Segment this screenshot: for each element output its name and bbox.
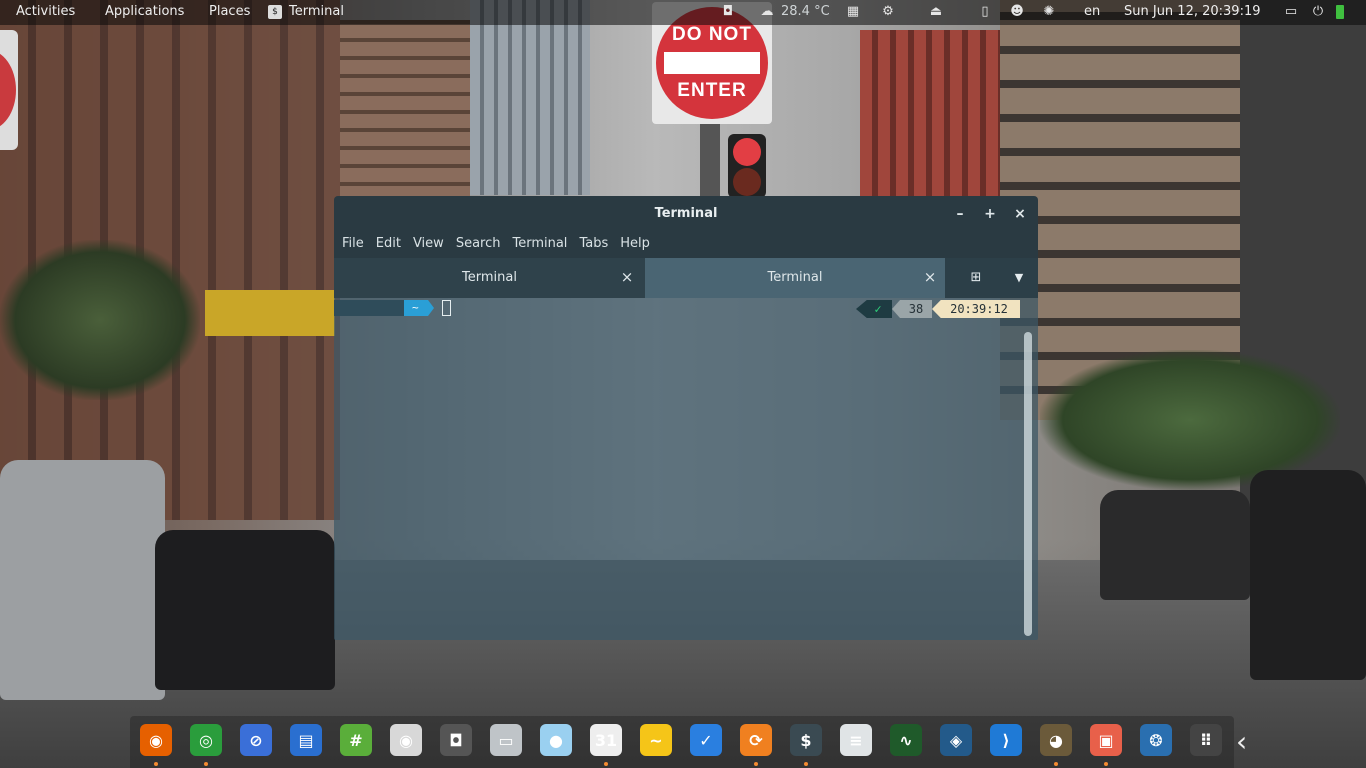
chrome-icon[interactable]: ◎ [190, 724, 222, 756]
hexchat-icon[interactable]: # [340, 724, 372, 756]
camera-indicator-icon[interactable]: ◘ [720, 4, 736, 20]
files-icon[interactable]: ▭ [490, 724, 522, 756]
minimize-button[interactable]: – [950, 204, 970, 224]
running-indicator [754, 762, 758, 766]
software-update-icon[interactable]: ⟳ [740, 724, 772, 756]
terminal-app-icon: $ [268, 5, 282, 19]
menu-tabs[interactable]: Tabs [579, 232, 620, 258]
terminal-window[interactable]: Terminal – + × File Edit View Search Termina… [334, 196, 1038, 640]
system-monitor-icon[interactable]: ∿ [890, 724, 922, 756]
prompt-dir-segment: ~ [404, 300, 434, 316]
wallpaper-sign [0, 30, 18, 150]
web-browser-icon[interactable]: ⊘ [240, 724, 272, 756]
system-settings-icon[interactable]: ⚙ [880, 4, 896, 20]
scrollbar[interactable] [1024, 332, 1032, 636]
clipboard-icon[interactable]: ▯ [977, 4, 993, 20]
sign-bar [664, 52, 760, 74]
firefox-icon[interactable]: ◉ [140, 724, 172, 756]
sign-text-bottom: ENTER [677, 80, 747, 101]
running-indicator [1054, 762, 1058, 766]
back-arrow-icon: ‹ [1236, 725, 1248, 758]
prompt-context-segment [334, 300, 404, 316]
prompt-time-segment: 20:39:12 [932, 300, 1020, 318]
top-panel: Activities Applications Places $ Termina… [0, 0, 1366, 25]
wallpaper-trees [0, 240, 200, 400]
menu-edit[interactable]: Edit [376, 232, 413, 258]
bird-icon[interactable]: ● [540, 724, 572, 756]
wallpaper-car [0, 460, 165, 700]
tab-label: Terminal [462, 270, 517, 285]
activities-button[interactable]: Activities [16, 4, 75, 19]
battery-icon[interactable] [1336, 5, 1344, 19]
update-icon[interactable]: ✺ [1041, 4, 1057, 20]
places-menu[interactable]: Places [209, 4, 250, 19]
gimp-icon[interactable]: ◕ [1040, 724, 1072, 756]
notes-icon[interactable]: ~ [640, 724, 672, 756]
eject-icon[interactable]: ⏏ [928, 4, 944, 20]
power-icon[interactable]: ⏻ [1310, 4, 1326, 20]
wallpaper-trees [1040, 350, 1340, 490]
menu-view[interactable]: View [413, 232, 456, 258]
calendar-icon[interactable]: 31 [590, 724, 622, 756]
display-icon[interactable]: ▭ [1283, 4, 1299, 20]
prompt-right: ✓ 38 20:39:12 [856, 300, 1020, 318]
chevron-down-icon[interactable]: ▼ [1008, 267, 1030, 289]
tab-label: Terminal [767, 270, 823, 285]
applications-menu[interactable]: Applications [105, 4, 184, 19]
prompt-history-segment: 38 [892, 300, 932, 318]
wallpaper-traffic-light [728, 134, 766, 198]
steam-icon[interactable]: ❂ [1140, 724, 1172, 756]
focused-app-menu[interactable]: Terminal [289, 4, 344, 19]
sign-text-top: DO NOT [672, 24, 752, 45]
wallpaper-pole [700, 124, 720, 204]
menu-bar: File Edit View Search Terminal Tabs Help [334, 232, 1038, 258]
menu-terminal[interactable]: Terminal [512, 232, 579, 258]
wallpaper-car [155, 530, 335, 690]
wallpaper-yellow-sign [205, 290, 335, 336]
keyboard-language[interactable]: en [1084, 4, 1100, 19]
wallpaper-building [340, 20, 470, 200]
running-indicator [204, 762, 208, 766]
tab-bar: Terminal × Terminal × ⊞ ▼ [334, 258, 1038, 298]
camera-icon[interactable]: ◘ [440, 724, 472, 756]
maximize-button[interactable]: + [980, 204, 1000, 224]
terminal-content[interactable] [334, 298, 1038, 640]
running-indicator [154, 762, 158, 766]
weather-temperature[interactable]: 28.4 °C [781, 4, 830, 19]
prompt-left: ~ [334, 300, 451, 316]
menu-help[interactable]: Help [620, 232, 662, 258]
prompt-status-segment: ✓ [856, 300, 892, 318]
clock[interactable]: Sun Jun 12, 20:39:19 [1124, 4, 1261, 19]
weather-icon[interactable]: ☁ [759, 4, 775, 20]
wallpaper-building [860, 30, 1000, 200]
vscode-icon[interactable]: ⟩ [990, 724, 1022, 756]
tab-terminal-2[interactable]: Terminal × [645, 258, 945, 298]
new-tab-icon[interactable]: ⊞ [964, 267, 988, 289]
wallpaper-building [470, 0, 590, 195]
tab-close-icon[interactable]: × [618, 268, 636, 286]
database-icon[interactable]: ◈ [940, 724, 972, 756]
running-indicator [804, 762, 808, 766]
window-titlebar[interactable]: Terminal – + × [334, 196, 1038, 232]
user-icon[interactable]: ☻ [1009, 4, 1025, 20]
wallpaper-car [1100, 490, 1250, 600]
menu-search[interactable]: Search [456, 232, 513, 258]
screenshot-icon[interactable]: ▣ [1090, 724, 1122, 756]
music-player-icon[interactable]: ◉ [390, 724, 422, 756]
terminal-icon[interactable]: $ [790, 724, 822, 756]
tab-terminal-1[interactable]: Terminal × [334, 258, 645, 298]
close-button[interactable]: × [1010, 204, 1030, 224]
workspace-icon[interactable]: ▦ [845, 4, 861, 20]
app-grid-icon[interactable]: ⠿ [1190, 724, 1222, 756]
settings-icon[interactable]: ≡ [840, 724, 872, 756]
running-indicator [1104, 762, 1108, 766]
chat-icon[interactable]: ▤ [290, 724, 322, 756]
menu-file[interactable]: File [342, 232, 376, 258]
tasks-icon[interactable]: ✓ [690, 724, 722, 756]
running-indicator [604, 762, 608, 766]
terminal-cursor [442, 300, 451, 316]
wallpaper-car [1250, 470, 1366, 680]
window-title: Terminal [654, 206, 718, 221]
tab-close-icon[interactable]: × [921, 268, 939, 286]
